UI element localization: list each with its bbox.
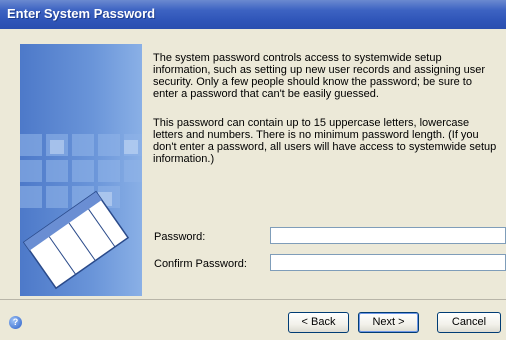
title-bar: Enter System Password bbox=[0, 0, 506, 29]
dialog-content: The system password controls access to s… bbox=[0, 29, 506, 299]
description-paragraph-1: The system password controls access to s… bbox=[153, 52, 486, 100]
description-paragraph-2: This password can contain up to 15 upper… bbox=[153, 117, 497, 165]
confirm-password-label: Confirm Password: bbox=[154, 258, 247, 270]
password-label: Password: bbox=[154, 231, 206, 243]
setup-graphic bbox=[20, 134, 142, 290]
window-title: Enter System Password bbox=[7, 6, 156, 21]
confirm-password-field[interactable] bbox=[270, 254, 506, 271]
help-icon[interactable]: ? bbox=[9, 316, 22, 329]
cancel-button[interactable]: Cancel bbox=[437, 312, 501, 333]
back-button[interactable]: < Back bbox=[288, 312, 349, 333]
wizard-illustration bbox=[20, 44, 142, 296]
next-button[interactable]: Next > bbox=[358, 312, 419, 333]
button-bar: ? < Back Next > Cancel bbox=[0, 299, 506, 340]
password-field[interactable] bbox=[270, 227, 506, 244]
